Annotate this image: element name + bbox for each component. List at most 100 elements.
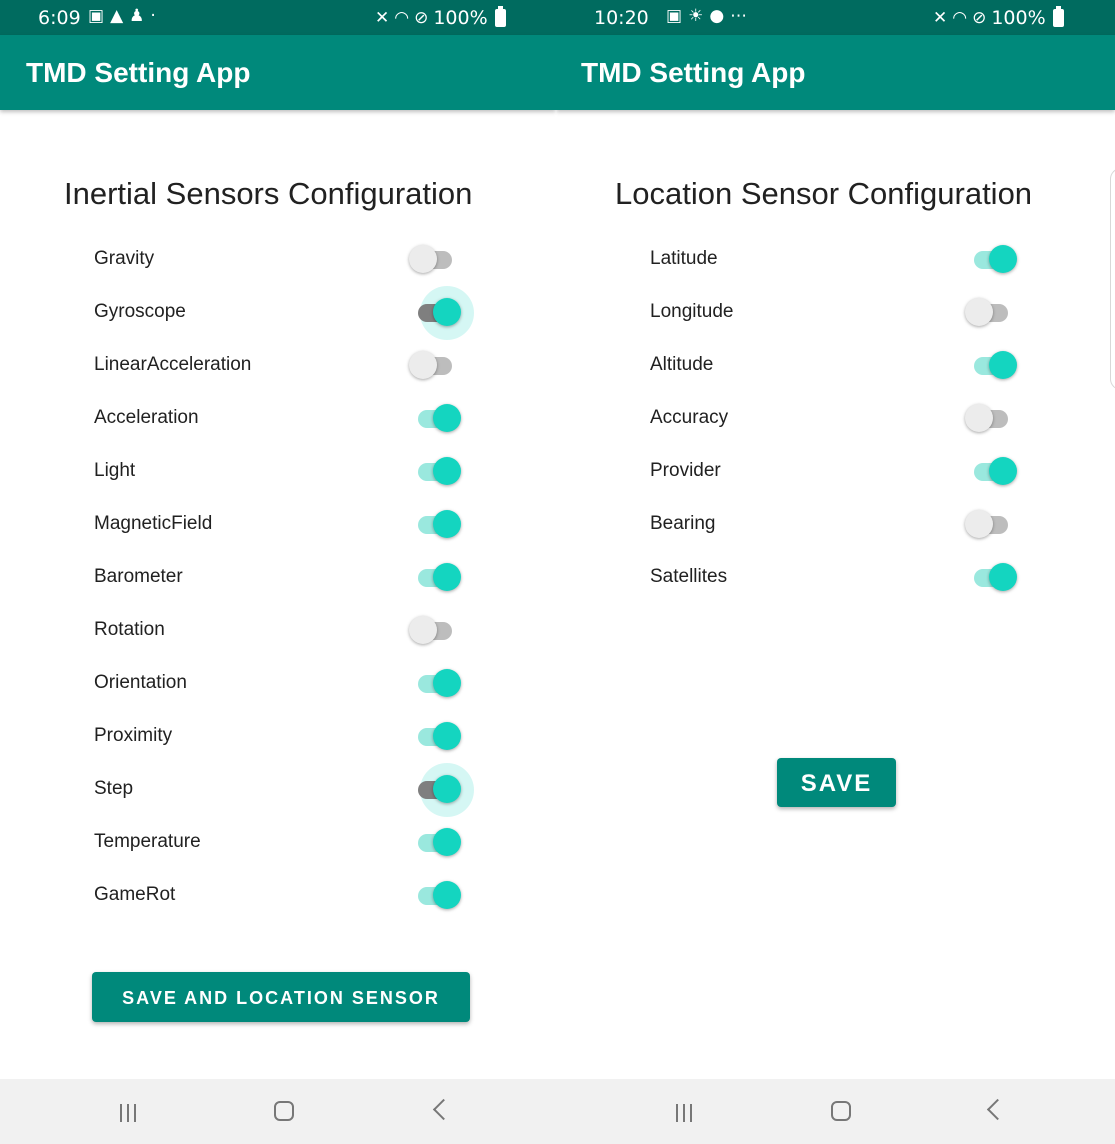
- sensor-toggle[interactable]: [407, 505, 467, 545]
- recents-icon[interactable]: [676, 1104, 694, 1122]
- sensor-row: Satellites: [650, 558, 1023, 598]
- app-title: TMD Setting App: [581, 57, 806, 88]
- next-card-edge: [1110, 168, 1115, 390]
- battery-icon: [494, 6, 506, 27]
- save-and-location-button[interactable]: SAVE AND LOCATION SENSOR: [92, 972, 470, 1022]
- sensor-label: Light: [94, 460, 136, 481]
- sensor-row: Proximity: [94, 717, 467, 757]
- toggle-thumb: [433, 404, 461, 432]
- image-icon: ▣: [88, 6, 105, 26]
- sensor-label: Gyroscope: [94, 301, 186, 322]
- app-bar: TMD Setting App: [0, 35, 556, 110]
- recents-icon[interactable]: [120, 1104, 138, 1122]
- sensor-label: Acceleration: [94, 407, 199, 428]
- back-icon[interactable]: [986, 1098, 1009, 1121]
- status-time: 10:20: [594, 7, 649, 29]
- toggle-thumb: [989, 563, 1017, 591]
- sensor-toggle[interactable]: [963, 399, 1023, 439]
- sensor-row: Gyroscope: [94, 286, 474, 340]
- sensor-label: Orientation: [94, 672, 187, 693]
- sensor-toggle[interactable]: [407, 611, 467, 651]
- sensor-toggle[interactable]: [963, 452, 1023, 492]
- toggle-thumb: [409, 351, 437, 379]
- sensor-row: Acceleration: [94, 399, 467, 439]
- toggle-thumb: [965, 510, 993, 538]
- home-icon[interactable]: [831, 1101, 851, 1121]
- sensor-row: Latitude: [650, 240, 1023, 280]
- sensor-toggle[interactable]: [407, 763, 474, 817]
- sensor-label: Temperature: [94, 831, 201, 852]
- sensor-row: Step: [94, 763, 474, 817]
- toggle-thumb: [989, 457, 1017, 485]
- sensor-row: MagneticField: [94, 505, 467, 545]
- toggle-thumb: [965, 404, 993, 432]
- toggle-thumb: [433, 298, 461, 326]
- dot-icon: ·: [150, 6, 156, 26]
- sensor-label: Step: [94, 778, 134, 799]
- toggle-thumb: [433, 828, 461, 856]
- sensor-row: Altitude: [650, 346, 1023, 386]
- toggle-thumb: [989, 245, 1017, 273]
- toggle-thumb: [965, 298, 993, 326]
- toggle-thumb: [989, 351, 1017, 379]
- sensor-toggle[interactable]: [963, 558, 1023, 598]
- toggle-thumb: [433, 563, 461, 591]
- inertial-config-screen: 6:09 ▣ ▲ ♟ · ✕ ◠ ⊘ 100% TMD Setting App …: [0, 0, 556, 1144]
- sensor-row: LinearAcceleration: [94, 346, 467, 386]
- back-icon[interactable]: [432, 1098, 455, 1121]
- location-config-screen: 10:20 ▣ ☀ ● ⋯ ✕ ◠ ⊘ 100% TMD Setting App…: [556, 0, 1115, 1144]
- sensor-row: Orientation: [94, 664, 467, 704]
- sensor-label: MagneticField: [94, 513, 213, 534]
- section-heading: Location Sensor Configuration: [615, 176, 1033, 211]
- blocked-icon: ⊘: [414, 8, 429, 28]
- status-time: 6:09: [38, 7, 81, 29]
- sensor-toggle[interactable]: [407, 240, 467, 280]
- sensor-row: Temperature: [94, 823, 467, 863]
- home-icon[interactable]: [274, 1101, 294, 1121]
- sensor-toggle[interactable]: [963, 505, 1023, 545]
- app-bar: TMD Setting App: [556, 35, 1115, 110]
- sensor-label: Latitude: [650, 248, 718, 269]
- sensor-toggle[interactable]: [963, 346, 1023, 386]
- sensor-label: Rotation: [94, 619, 165, 640]
- toggle-thumb: [433, 510, 461, 538]
- sensor-toggle[interactable]: [407, 452, 467, 492]
- sensor-toggle[interactable]: [407, 876, 467, 916]
- section-heading: Inertial Sensors Configuration: [64, 176, 473, 211]
- status-bar: 6:09 ▣ ▲ ♟ · ✕ ◠ ⊘ 100%: [0, 0, 556, 35]
- sensor-toggle[interactable]: [407, 664, 467, 704]
- sensor-toggle[interactable]: [407, 286, 474, 340]
- image-icon: ▣: [666, 6, 683, 26]
- person-icon: ♟: [129, 6, 145, 26]
- toggle-thumb: [433, 881, 461, 909]
- sensor-toggle[interactable]: [407, 346, 467, 386]
- sensor-row: Barometer: [94, 558, 467, 598]
- sensor-row: Longitude: [650, 293, 1023, 333]
- sensor-label: Barometer: [94, 566, 183, 587]
- toggle-thumb: [409, 245, 437, 273]
- toggle-thumb: [433, 722, 461, 750]
- toggle-thumb: [433, 775, 461, 803]
- toggle-thumb: [433, 669, 461, 697]
- toggle-thumb: [433, 457, 461, 485]
- save-button[interactable]: SAVE: [777, 758, 896, 807]
- sensor-label: Longitude: [650, 301, 734, 322]
- sensor-label: Accuracy: [650, 407, 729, 428]
- nav-bar: [556, 1079, 1115, 1144]
- sensor-label: GameRot: [94, 884, 176, 905]
- sensor-toggle[interactable]: [407, 823, 467, 863]
- sensor-toggle[interactable]: [963, 240, 1023, 280]
- more-icon: ⋯: [730, 6, 748, 26]
- wear-icon: ●: [709, 6, 725, 26]
- sensor-label: Gravity: [94, 248, 155, 269]
- mute-icon: ✕: [933, 8, 948, 28]
- sensor-toggle[interactable]: [407, 399, 467, 439]
- app-title: TMD Setting App: [26, 57, 251, 88]
- mute-icon: ✕: [375, 8, 390, 28]
- sensor-toggle[interactable]: [963, 293, 1023, 333]
- wifi-icon: ◠: [394, 8, 410, 28]
- sensor-row: Rotation: [94, 611, 467, 651]
- sensor-row: GameRot: [94, 876, 467, 916]
- sensor-toggle[interactable]: [407, 717, 467, 757]
- sensor-toggle[interactable]: [407, 558, 467, 598]
